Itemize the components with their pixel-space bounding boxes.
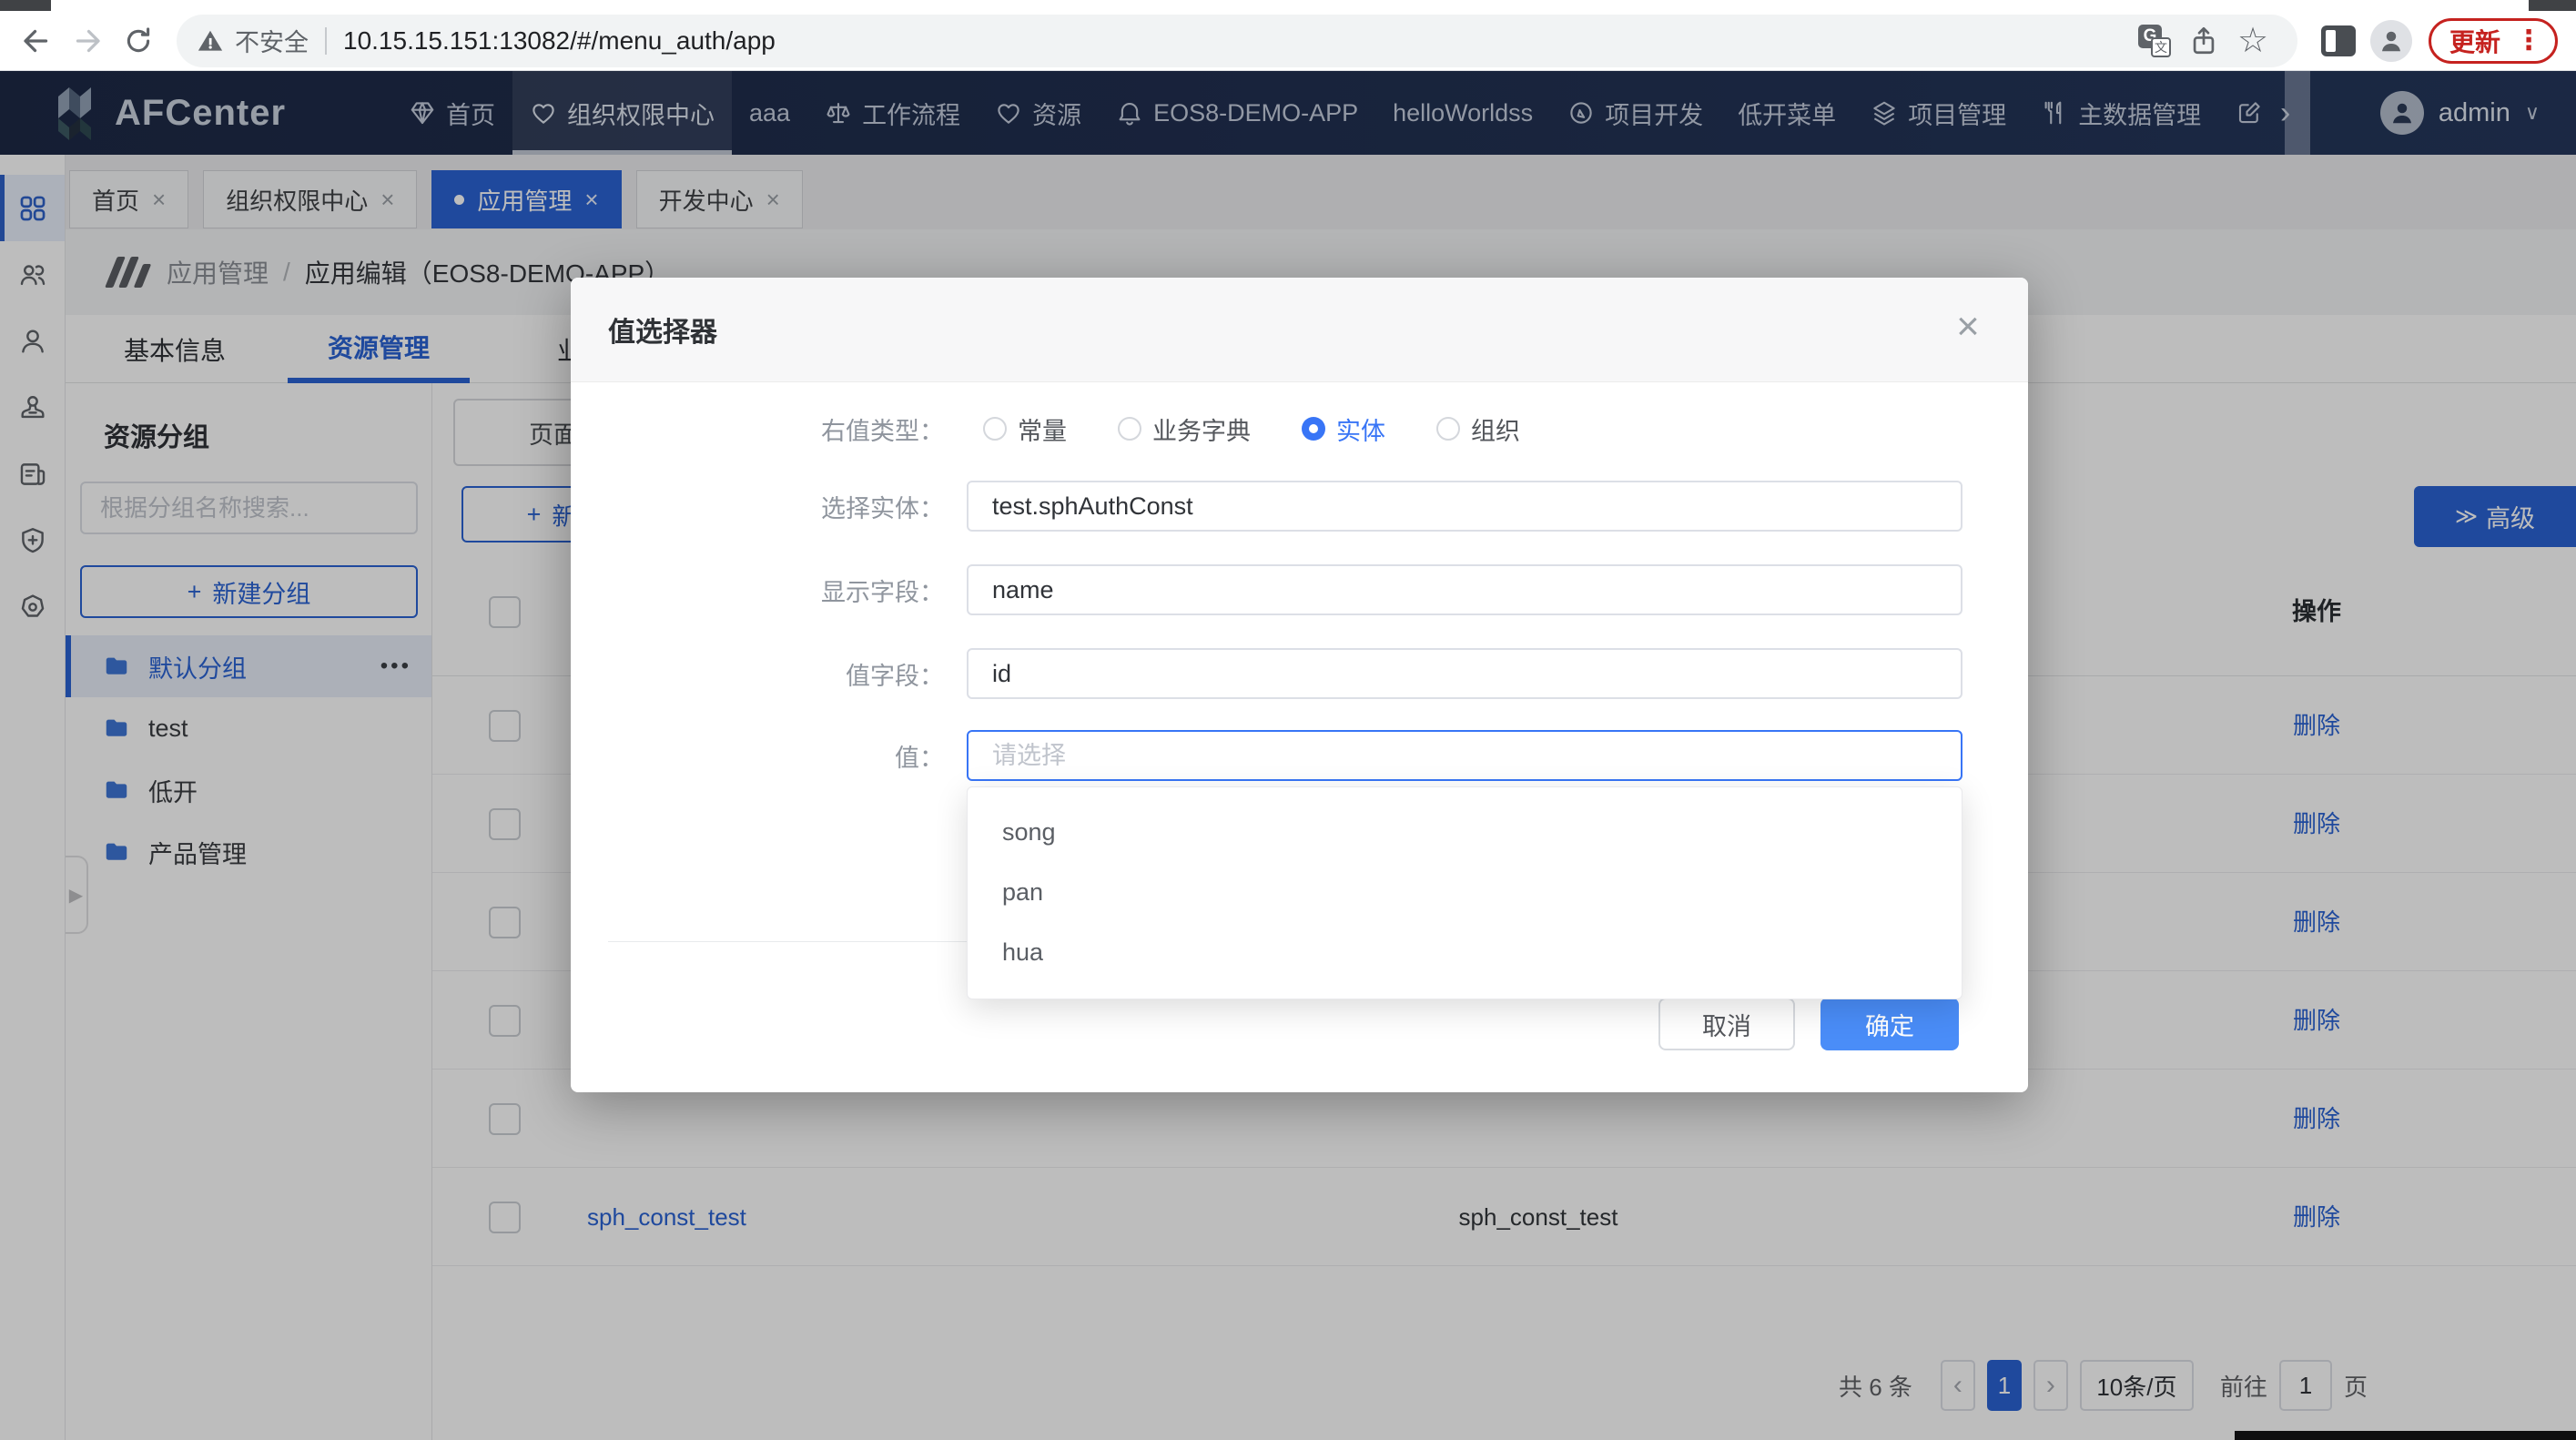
update-label: 更新 [2449, 23, 2500, 59]
radio-constant[interactable]: 常量 [983, 411, 1067, 447]
translate-icon[interactable]: G文 [2130, 16, 2179, 66]
radio-label: 实体 [1336, 411, 1385, 447]
entity-input[interactable] [967, 481, 1962, 532]
field-label: 显示字段： [571, 573, 944, 608]
dropdown-option-hua[interactable]: hua [968, 922, 1962, 982]
dialog-title: 值选择器 [608, 309, 717, 350]
dialog-header: 值选择器 × [571, 278, 2028, 382]
bookmark-star-icon[interactable]: ☆ [2228, 16, 2277, 66]
browser-profile-avatar[interactable] [2370, 20, 2412, 62]
browser-tabstrip [0, 0, 2576, 11]
back-icon[interactable] [11, 15, 62, 66]
forward-icon[interactable] [62, 15, 113, 66]
confirm-button[interactable]: 确定 [1820, 998, 1959, 1050]
display-field-input[interactable] [967, 564, 1962, 615]
warning-icon [197, 27, 224, 55]
dialog-close-icon[interactable]: × [1941, 299, 1995, 354]
dropdown-option-song[interactable]: song [968, 802, 1962, 862]
value-dropdown: song pan hua [967, 786, 1962, 999]
field-label: 值： [571, 738, 944, 774]
radio-icon [1302, 417, 1325, 441]
radio-organization[interactable]: 组织 [1436, 411, 1520, 447]
url-text[interactable]: 10.15.15.151:13082/#/menu_auth/app [343, 26, 2130, 56]
radio-label: 业务字典 [1152, 411, 1251, 447]
dropdown-option-pan[interactable]: pan [968, 862, 1962, 922]
tabstrip-edge-right [2529, 0, 2576, 11]
value-row: 值： [571, 730, 2028, 781]
radio-business-dict[interactable]: 业务字典 [1118, 411, 1251, 447]
field-label: 值字段： [571, 656, 944, 692]
reload-icon[interactable] [113, 15, 164, 66]
value-select-input[interactable] [967, 730, 1962, 781]
address-bar[interactable]: 不安全 10.15.15.151:13082/#/menu_auth/app G… [177, 15, 2297, 67]
radio-label: 常量 [1018, 411, 1067, 447]
radio-icon [1436, 417, 1460, 441]
security-chip[interactable]: 不安全 [197, 23, 309, 58]
radio-group: 常量 业务字典 实体 组织 [983, 411, 1520, 447]
tabstrip-edge-left [0, 0, 51, 11]
right-value-type-row: 右值类型： 常量 业务字典 实体 组织 [571, 403, 2028, 454]
radio-group-label: 右值类型： [571, 411, 944, 447]
security-label: 不安全 [235, 23, 309, 58]
browser-update-button[interactable]: 更新 ⋮ [2429, 18, 2558, 64]
screen: 不安全 10.15.15.151:13082/#/menu_auth/app G… [0, 0, 2576, 1440]
display-field-row: 显示字段： [571, 564, 2028, 615]
browser-toolbar: 不安全 10.15.15.151:13082/#/menu_auth/app G… [0, 11, 2576, 71]
field-label: 选择实体： [571, 489, 944, 524]
radio-entity[interactable]: 实体 [1302, 411, 1385, 447]
cancel-button[interactable]: 取消 [1658, 998, 1795, 1050]
sidepanel-toggle-icon[interactable] [2321, 25, 2356, 56]
radio-icon [983, 417, 1007, 441]
value-field-input[interactable] [967, 648, 1962, 699]
value-field-row: 值字段： [571, 648, 2028, 699]
radio-icon [1118, 417, 1141, 441]
share-icon[interactable] [2179, 16, 2228, 66]
select-entity-row: 选择实体： [571, 481, 2028, 532]
radio-label: 组织 [1471, 411, 1520, 447]
omnibox-divider [325, 27, 327, 55]
browser-menu-icon[interactable]: ⋮ [2515, 25, 2542, 56]
dialog-footer: 取消 确定 [571, 998, 1959, 1050]
form-divider [608, 941, 967, 942]
